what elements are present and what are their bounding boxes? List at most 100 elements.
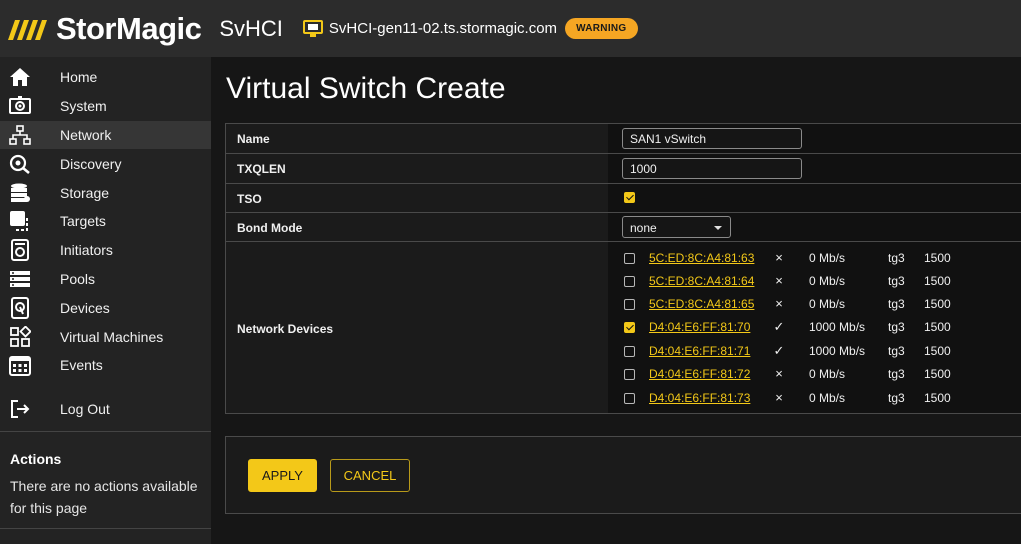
device-checkbox[interactable] bbox=[624, 253, 635, 264]
form-row-name: Name bbox=[226, 124, 1021, 154]
device-mtu: 1500 bbox=[924, 344, 951, 358]
sidebar-item-virtual-machines[interactable]: Virtual Machines bbox=[0, 323, 211, 351]
link-down-icon: × bbox=[775, 296, 783, 311]
device-speed: 0 Mb/s bbox=[809, 274, 846, 288]
sidebar-item-discovery[interactable]: Discovery bbox=[0, 150, 211, 178]
device-checkbox[interactable] bbox=[624, 276, 635, 287]
initiators-icon bbox=[8, 238, 32, 262]
tso-checkbox[interactable] bbox=[624, 192, 635, 203]
device-mac-link[interactable]: 5C:ED:8C:A4:81:64 bbox=[649, 274, 754, 288]
network-devices-label: Network Devices bbox=[237, 322, 334, 336]
calendar-icon bbox=[8, 353, 32, 377]
sidebar-item-label: System bbox=[60, 98, 107, 114]
name-label: Name bbox=[237, 132, 270, 146]
devices-icon bbox=[8, 296, 32, 320]
device-mtu: 1500 bbox=[924, 391, 951, 405]
targets-icon bbox=[8, 209, 32, 233]
apply-button[interactable]: APPLY bbox=[248, 459, 317, 492]
sidebar-item-initiators[interactable]: Initiators bbox=[0, 236, 211, 264]
list-item: D4:04:E6:FF:81:72 × 0 Mb/s tg3 1500 bbox=[608, 364, 1021, 384]
sidebar-item-network[interactable]: Network bbox=[0, 121, 211, 149]
brand-logo[interactable]: StorMagic bbox=[6, 10, 202, 47]
device-mac-link[interactable]: D4:04:E6:FF:81:72 bbox=[649, 367, 750, 381]
sidebar-item-label: Discovery bbox=[60, 156, 122, 172]
sidebar: Home System Network Discovery Storage Ta… bbox=[0, 57, 211, 544]
cancel-button[interactable]: CANCEL bbox=[330, 459, 410, 492]
device-checkbox[interactable] bbox=[624, 346, 635, 357]
list-item: 5C:ED:8C:A4:81:65 × 0 Mb/s tg3 1500 bbox=[608, 294, 1021, 314]
device-checkbox[interactable] bbox=[624, 322, 635, 333]
tso-value-cell bbox=[608, 184, 1021, 212]
bond-mode-select[interactable]: none bbox=[622, 216, 731, 238]
storage-icon bbox=[8, 181, 32, 205]
device-checkbox[interactable] bbox=[624, 299, 635, 310]
sidebar-item-label: Targets bbox=[60, 213, 106, 229]
form-row-txqlen: TXQLEN bbox=[226, 154, 1021, 184]
device-mac-link[interactable]: 5C:ED:8C:A4:81:65 bbox=[649, 297, 754, 311]
home-icon bbox=[8, 65, 32, 89]
page-title: Virtual Switch Create bbox=[226, 72, 506, 105]
logout-label: Log Out bbox=[60, 401, 110, 417]
device-speed: 0 Mb/s bbox=[809, 391, 846, 405]
link-down-icon: × bbox=[775, 390, 783, 405]
device-mtu: 1500 bbox=[924, 320, 951, 334]
sidebar-item-home[interactable]: Home bbox=[0, 63, 211, 91]
network-devices-list: 5C:ED:8C:A4:81:63 × 0 Mb/s tg3 1500 5C:E… bbox=[608, 242, 1021, 413]
sidebar-item-storage[interactable]: Storage bbox=[0, 179, 211, 207]
pools-icon bbox=[8, 267, 32, 291]
device-driver: tg3 bbox=[888, 391, 905, 405]
chevron-down-icon bbox=[714, 226, 722, 230]
sidebar-item-label: Virtual Machines bbox=[60, 329, 164, 345]
sidebar-item-devices[interactable]: Devices bbox=[0, 294, 211, 322]
device-driver: tg3 bbox=[888, 297, 905, 311]
product-name: SvHCI bbox=[219, 15, 283, 41]
device-speed: 0 Mb/s bbox=[809, 367, 846, 381]
list-item: 5C:ED:8C:A4:81:63 × 0 Mb/s tg3 1500 bbox=[608, 248, 1021, 268]
device-mac-link[interactable]: D4:04:E6:FF:81:70 bbox=[649, 320, 750, 334]
network-icon bbox=[8, 123, 32, 147]
host-indicator[interactable]: SvHCI-gen11-02.ts.stormagic.com WARNING bbox=[302, 18, 638, 39]
sidebar-item-label: Initiators bbox=[60, 242, 113, 258]
stormagic-logo-icon bbox=[8, 19, 47, 40]
device-speed: 1000 Mb/s bbox=[809, 344, 866, 358]
device-checkbox[interactable] bbox=[624, 369, 635, 380]
device-mac-link[interactable]: D4:04:E6:FF:81:73 bbox=[649, 391, 750, 405]
warning-badge[interactable]: WARNING bbox=[565, 18, 638, 39]
sidebar-item-label: Events bbox=[60, 357, 103, 373]
link-up-icon: ✓ bbox=[773, 319, 785, 334]
device-checkbox[interactable] bbox=[624, 393, 635, 404]
sidebar-divider bbox=[0, 431, 211, 432]
device-driver: tg3 bbox=[888, 274, 905, 288]
name-input[interactable] bbox=[622, 128, 802, 149]
txqlen-value-cell bbox=[608, 154, 1021, 183]
device-mtu: 1500 bbox=[924, 251, 951, 265]
sidebar-item-label: Storage bbox=[60, 185, 110, 201]
bond-mode-label: Bond Mode bbox=[237, 221, 303, 235]
virtual-switch-form: Name TXQLEN TSO Bond Mode none Network D… bbox=[225, 123, 1021, 414]
sidebar-item-targets[interactable]: Targets bbox=[0, 207, 211, 235]
tso-label: TSO bbox=[237, 192, 262, 206]
list-item: D4:04:E6:FF:81:73 × 0 Mb/s tg3 1500 bbox=[608, 388, 1021, 408]
sidebar-item-label: Home bbox=[60, 69, 98, 85]
device-mac-link[interactable]: D4:04:E6:FF:81:71 bbox=[649, 344, 750, 358]
device-mac-link[interactable]: 5C:ED:8C:A4:81:63 bbox=[649, 251, 754, 265]
device-speed: 1000 Mb/s bbox=[809, 320, 866, 334]
device-driver: tg3 bbox=[888, 344, 905, 358]
brand-name: StorMagic bbox=[56, 10, 202, 46]
sidebar-item-events[interactable]: Events bbox=[0, 351, 211, 379]
sidebar-item-pools[interactable]: Pools bbox=[0, 265, 211, 293]
txqlen-input[interactable] bbox=[622, 158, 802, 179]
device-speed: 0 Mb/s bbox=[809, 297, 846, 311]
txqlen-label: TXQLEN bbox=[237, 162, 286, 176]
host-name: SvHCI-gen11-02.ts.stormagic.com bbox=[328, 20, 558, 37]
form-row-tso: TSO bbox=[226, 184, 1021, 213]
link-down-icon: × bbox=[775, 273, 783, 288]
logout-button[interactable]: Log Out bbox=[0, 395, 211, 423]
form-row-bond-mode: Bond Mode none bbox=[226, 213, 1021, 242]
device-driver: tg3 bbox=[888, 251, 905, 265]
device-mtu: 1500 bbox=[924, 274, 951, 288]
list-item: D4:04:E6:FF:81:71 ✓ 1000 Mb/s tg3 1500 bbox=[608, 341, 1021, 361]
monitor-icon bbox=[302, 19, 323, 37]
sidebar-item-system[interactable]: System bbox=[0, 92, 211, 120]
virtual-machines-icon bbox=[8, 325, 32, 349]
